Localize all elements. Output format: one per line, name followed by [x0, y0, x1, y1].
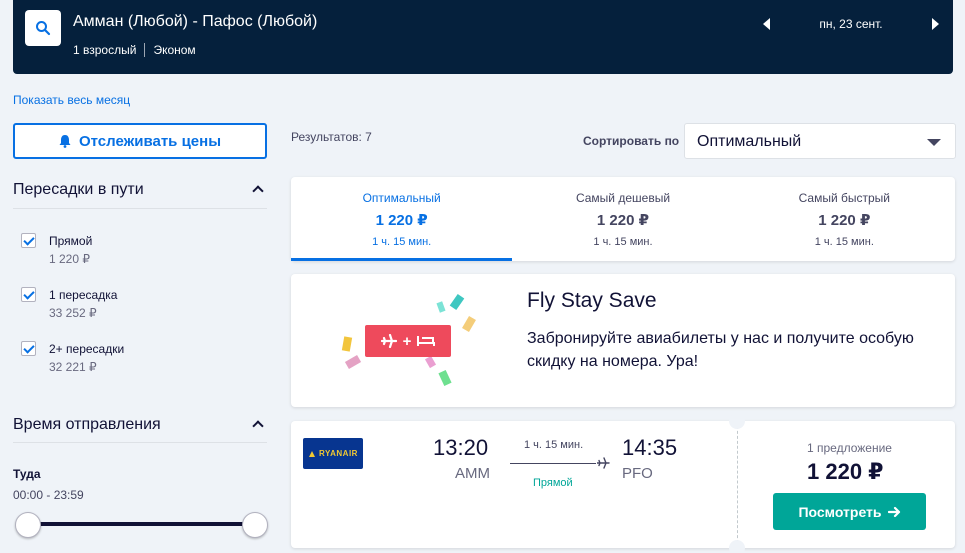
checkbox-one-stop[interactable]	[21, 287, 36, 302]
departure-slider-track[interactable]	[28, 522, 254, 526]
harp-icon	[309, 450, 316, 457]
selected-date: пн, 23 сент.	[819, 17, 883, 31]
promo-badge: +	[365, 325, 451, 357]
confetti-decoration	[462, 315, 476, 333]
chevron-up-icon[interactable]	[252, 185, 264, 197]
confetti-decoration	[344, 355, 362, 369]
tab-duration: 1 ч. 15 мин.	[372, 236, 432, 248]
ticket-notch	[729, 540, 745, 553]
promo-text: Забронируйте авиабилеты у нас и получите…	[527, 330, 914, 370]
outbound-time-range: 00:00 - 23:59	[13, 488, 84, 502]
checkbox-two-plus-stops[interactable]	[21, 341, 36, 356]
confetti-decoration	[438, 369, 452, 387]
bell-icon	[59, 135, 71, 148]
filter-one-stop-price: 33 252 ₽	[49, 306, 97, 320]
filter-two-plus-label: 2+ пересадки	[49, 342, 125, 356]
departure-airport: AMM	[455, 465, 490, 482]
offers-count: 1 предложение	[807, 441, 892, 455]
chevron-left-icon[interactable]	[763, 18, 770, 30]
filter-two-plus-stops[interactable]: 2+ пересадки 32 221 ₽	[21, 340, 124, 376]
sort-selected-value: Оптимальный	[697, 133, 802, 150]
filter-one-stop-label: 1 пересадка	[49, 288, 118, 302]
tab-price: 1 220 ₽	[596, 212, 650, 229]
plane-icon	[380, 334, 397, 348]
departure-time-title[interactable]: Время отправления	[13, 416, 161, 434]
confetti-decoration	[424, 355, 437, 369]
stops-text: Прямой	[533, 477, 573, 489]
slider-end-handle[interactable]	[242, 512, 268, 538]
airline-logo-text: RYANAIR	[319, 449, 358, 458]
view-deal-button[interactable]: Посмотреть	[773, 493, 926, 530]
bed-icon	[417, 336, 436, 346]
checkbox-direct[interactable]	[21, 233, 36, 248]
filter-direct-label: Прямой	[49, 234, 93, 248]
departure-time: 13:20	[433, 435, 489, 460]
date-navigator: пн, 23 сент.	[763, 14, 939, 34]
tab-name: Оптимальный	[362, 191, 441, 205]
plus-symbol: +	[402, 332, 412, 350]
slider-start-handle[interactable]	[15, 512, 41, 538]
track-prices-button[interactable]: Отслеживать цены	[13, 123, 267, 159]
view-deal-label: Посмотреть	[798, 503, 882, 520]
tab-price: 1 220 ₽	[375, 212, 428, 229]
confetti-decoration	[449, 293, 465, 311]
trip-meta: 1 взрослый Эконом	[73, 43, 196, 57]
sort-label: Сортировать по	[583, 134, 680, 148]
ryanair-logo: RYANAIR	[303, 438, 363, 469]
route-title: Амман (Любой) - Пафос (Любой)	[73, 13, 318, 30]
stops-filter-title[interactable]: Пересадки в пути	[13, 181, 144, 199]
tab-fastest[interactable]: Самый быстрый 1 220 ₽ 1 ч. 15 мин.	[734, 177, 955, 261]
arrival-airport: PFO	[622, 465, 653, 482]
tab-duration: 1 ч. 15 мин.	[593, 236, 653, 248]
filter-two-plus-price: 32 221 ₽	[49, 360, 97, 374]
tab-name: Самый быстрый	[798, 191, 891, 205]
show-whole-month-link[interactable]: Показать весь месяц	[13, 93, 130, 107]
results-count: Результатов: 7	[291, 130, 372, 144]
flight-result-card[interactable]: RYANAIR 13:20 AMM 1 ч. 15 мин. Прямой 14…	[291, 413, 955, 553]
confetti-decoration	[436, 301, 446, 313]
ticket-divider	[737, 421, 738, 548]
confetti-decoration	[341, 336, 353, 352]
search-summary-bar: Амман (Любой) - Пафос (Любой) 1 взрослый…	[13, 0, 953, 74]
filter-direct-price: 1 220 ₽	[49, 252, 90, 266]
chevron-right-icon[interactable]	[932, 18, 939, 30]
outbound-label: Туда	[13, 467, 41, 481]
filter-one-stop[interactable]: 1 пересадка 33 252 ₽	[21, 286, 117, 322]
tab-cheapest[interactable]: Самый дешевый 1 220 ₽ 1 ч. 15 мин.	[512, 177, 733, 261]
arrival-time: 14:35	[622, 435, 678, 460]
fly-stay-save-promo[interactable]: + Fly Stay Save Забронируйте авиабилеты …	[291, 274, 955, 407]
caret-down-icon	[927, 139, 941, 146]
tab-best[interactable]: Оптимальный 1 220 ₽ 1 ч. 15 мин.	[291, 177, 513, 261]
section-divider	[13, 442, 267, 443]
tab-name: Самый дешевый	[575, 191, 671, 205]
passengers-text: 1 взрослый	[73, 43, 137, 57]
sort-select[interactable]: Оптимальный	[684, 123, 956, 159]
plane-icon	[597, 457, 610, 469]
ticket-notch	[729, 413, 745, 429]
meta-divider	[144, 43, 146, 57]
promo-title: Fly Stay Save	[527, 289, 657, 312]
track-prices-label: Отслеживать цены	[78, 132, 222, 150]
chevron-up-icon[interactable]	[252, 420, 264, 432]
tab-price: 1 220 ₽	[818, 212, 871, 229]
sort-tabs: Оптимальный 1 220 ₽ 1 ч. 15 мин. Самый д…	[291, 177, 955, 261]
filter-direct[interactable]: Прямой 1 220 ₽	[21, 232, 92, 268]
flight-leg-line	[510, 463, 596, 464]
section-divider	[13, 208, 267, 209]
tab-duration: 1 ч. 15 мин.	[814, 236, 874, 248]
arrow-right-icon	[887, 506, 900, 517]
cabin-class-text: Эконом	[153, 43, 196, 57]
edit-search-button[interactable]	[25, 10, 61, 46]
search-icon	[36, 21, 51, 36]
flight-price: 1 220 ₽	[807, 459, 884, 484]
flight-duration: 1 ч. 15 мин.	[524, 439, 584, 451]
